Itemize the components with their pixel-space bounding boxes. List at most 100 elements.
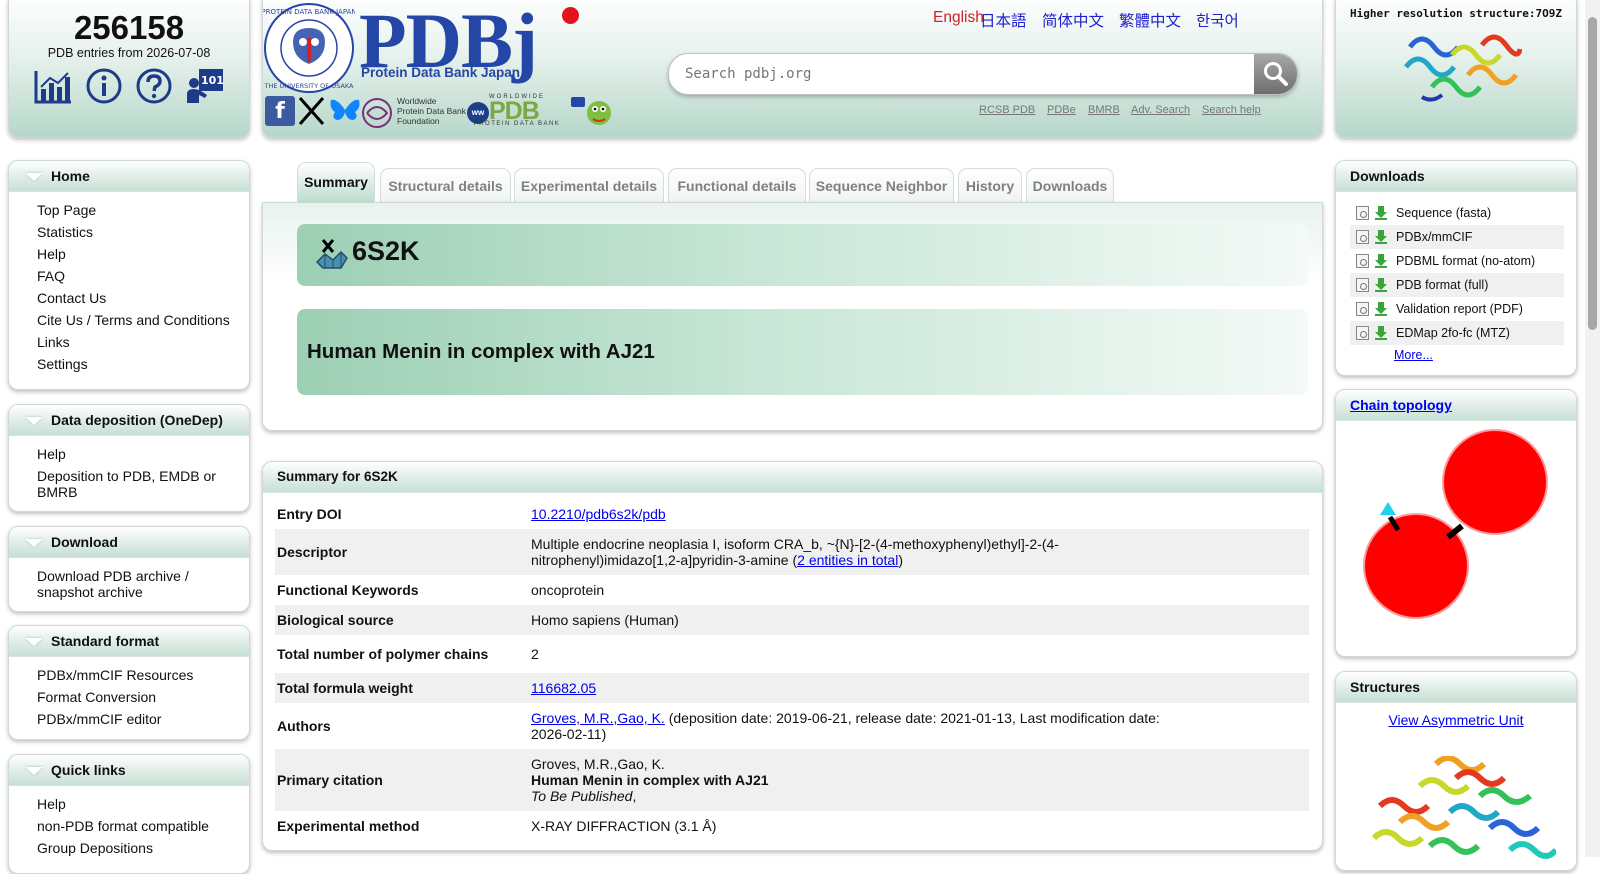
sidebar-item-links[interactable]: Links: [37, 331, 249, 353]
search-input[interactable]: [683, 54, 1247, 94]
seal-text: PROTEIN DATA BANK JAPAN: [263, 8, 355, 16]
view-icon[interactable]: [1356, 278, 1369, 292]
hires-label[interactable]: Higher resolution structure:7O9Z: [1336, 7, 1576, 20]
sidebar-item-faq[interactable]: FAQ: [37, 265, 249, 287]
lang-english[interactable]: English: [933, 9, 984, 27]
citation-authors: Groves, M.R.,Gao, K.: [531, 756, 665, 772]
table-row: Total number of polymer chains 2: [275, 635, 1309, 673]
x-twitter-icon[interactable]: [297, 96, 327, 126]
download-icon[interactable]: [1374, 302, 1388, 316]
help-icon[interactable]: [135, 67, 173, 105]
sidebar-item-quick-help[interactable]: Help: [37, 793, 249, 815]
link-search-help[interactable]: Search help: [1202, 104, 1261, 116]
entities-link[interactable]: 2 entities in total: [797, 552, 898, 568]
download-item-pdb-format[interactable]: PDB format (full): [1350, 273, 1564, 297]
search-icon: [1264, 62, 1288, 86]
structure-image[interactable]: [1360, 756, 1556, 866]
view-icon[interactable]: [1356, 326, 1369, 340]
pdbj-mascot-icon[interactable]: [569, 93, 613, 129]
xray-crystal-icon: [315, 239, 348, 269]
education-101-icon[interactable]: 101: [185, 67, 225, 105]
chain-a-circle[interactable]: [1442, 429, 1548, 535]
tab-structural-details[interactable]: Structural details: [380, 168, 511, 202]
bluesky-icon[interactable]: [329, 98, 361, 126]
hires-structure-image[interactable]: [1402, 27, 1522, 109]
sidebar-item-settings[interactable]: Settings: [37, 353, 249, 375]
lang-japanese[interactable]: 日本語: [980, 9, 1027, 31]
sidebar-home-title[interactable]: Home: [9, 161, 249, 192]
link-adv-search[interactable]: Adv. Search: [1131, 104, 1190, 116]
label-descriptor: Descriptor: [277, 544, 348, 560]
download-icon[interactable]: [1374, 278, 1388, 292]
view-asymmetric-unit-link[interactable]: View Asymmetric Unit: [1336, 712, 1576, 728]
info-icon[interactable]: [85, 67, 123, 105]
hires-panel[interactable]: Higher resolution structure:7O9Z: [1335, 0, 1577, 138]
download-item-edmap[interactable]: EDMap 2fo-fc (MTZ): [1350, 321, 1564, 345]
chain-b-circle[interactable]: [1363, 513, 1469, 619]
sidebar-quick-title[interactable]: Quick links: [9, 755, 249, 786]
tab-experimental-details[interactable]: Experimental details: [514, 168, 664, 202]
tab-sequence-neighbor[interactable]: Sequence Neighbor: [809, 168, 954, 202]
sidebar-item-top-page[interactable]: Top Page: [37, 199, 249, 221]
download-icon[interactable]: [1374, 230, 1388, 244]
view-icon[interactable]: [1356, 230, 1369, 244]
link-bmrb[interactable]: BMRB: [1088, 104, 1120, 116]
view-icon[interactable]: [1356, 254, 1369, 268]
authors-link[interactable]: Groves, M.R.,Gao, K.: [531, 710, 665, 726]
tab-downloads[interactable]: Downloads: [1026, 168, 1114, 202]
sidebar-deposition-title[interactable]: Data deposition (OneDep): [9, 405, 249, 436]
vertical-scrollbar[interactable]: [1585, 0, 1600, 857]
downloads-more-link[interactable]: More...: [1350, 345, 1564, 365]
sidebar-item-statistics[interactable]: Statistics: [37, 221, 249, 243]
entry-count: 256158: [73, 9, 185, 46]
lang-korean[interactable]: 한국어: [1196, 9, 1239, 31]
citation-title: Human Menin in complex with AJ21: [531, 772, 769, 788]
download-icon[interactable]: [1374, 254, 1388, 268]
download-icon[interactable]: [1374, 206, 1388, 220]
sidebar-download-title[interactable]: Download: [9, 527, 249, 558]
chain-topology-diagram[interactable]: [1336, 420, 1576, 656]
sidebar-item-cite-terms[interactable]: Cite Us / Terms and Conditions: [37, 309, 249, 331]
download-item-fasta[interactable]: Sequence (fasta): [1350, 201, 1564, 225]
pdbj-logo[interactable]: PDBj Protein Data Bank Japan: [359, 1, 589, 87]
sidebar-item-help[interactable]: Help: [37, 243, 249, 265]
tab-history[interactable]: History: [958, 168, 1022, 202]
wwpdb-foundation-text[interactable]: Worldwide Protein Data Bank Foundation: [397, 96, 466, 126]
wwpdb-foundation-icon[interactable]: [361, 97, 393, 129]
osaka-seal-logo[interactable]: PROTEIN DATA BANK JAPAN THE UNIVERSITY O…: [263, 2, 355, 94]
sidebar-item-mmcif-resources[interactable]: PDBx/mmCIF Resources: [37, 664, 249, 686]
entry-id-banner: 6S2K: [297, 224, 1308, 286]
label-functional-keywords: Functional Keywords: [277, 582, 419, 598]
entry-date: PDB entries from 2026-07-08: [47, 46, 211, 60]
sidebar-item-non-pdb[interactable]: non-PDB format compatible: [37, 815, 249, 837]
formula-weight-link[interactable]: 116682.05: [531, 680, 596, 696]
download-item-pdbml[interactable]: PDBML format (no-atom): [1350, 249, 1564, 273]
tab-summary[interactable]: Summary: [297, 162, 375, 203]
wwpdb-logo[interactable]: WORLDWIDE ww PDB PROTEIN DATA BANK: [467, 94, 577, 127]
lang-traditional-chinese[interactable]: 繁體中文: [1119, 9, 1181, 31]
link-rcsb-pdb[interactable]: RCSB PDB: [979, 104, 1035, 116]
scrollbar-thumb[interactable]: [1588, 17, 1597, 330]
sidebar-item-download-archive[interactable]: Download PDB archive / snapshot archive: [37, 565, 229, 603]
sidebar-standard-title[interactable]: Standard format: [9, 626, 249, 657]
statistics-icon[interactable]: [33, 69, 73, 105]
sidebar-item-deposition-onedep[interactable]: Deposition to PDB, EMDB or BMRB: [37, 465, 229, 503]
download-item-validation[interactable]: Validation report (PDF): [1350, 297, 1564, 321]
tab-functional-details[interactable]: Functional details: [668, 168, 806, 202]
view-icon[interactable]: [1356, 302, 1369, 316]
sidebar-item-mmcif-editor[interactable]: PDBx/mmCIF editor: [37, 708, 249, 730]
link-pdbe[interactable]: PDBe: [1047, 104, 1076, 116]
download-item-mmcif[interactable]: PDBx/mmCIF: [1350, 225, 1564, 249]
chain-terminus-marker: [1380, 502, 1396, 515]
facebook-icon[interactable]: f: [265, 96, 295, 126]
chain-topology-link[interactable]: Chain topology: [1350, 397, 1452, 413]
search-button[interactable]: [1254, 54, 1297, 94]
sidebar-item-group-depositions[interactable]: Group Depositions: [37, 837, 249, 859]
lang-simplified-chinese[interactable]: 简体中文: [1042, 9, 1104, 31]
sidebar-item-format-conversion[interactable]: Format Conversion: [37, 686, 249, 708]
view-icon[interactable]: [1356, 206, 1369, 220]
entry-doi-link[interactable]: 10.2210/pdb6s2k/pdb: [531, 506, 666, 522]
download-icon[interactable]: [1374, 326, 1388, 340]
sidebar-item-contact[interactable]: Contact Us: [37, 287, 249, 309]
sidebar-item-deposition-help[interactable]: Help: [37, 443, 229, 465]
